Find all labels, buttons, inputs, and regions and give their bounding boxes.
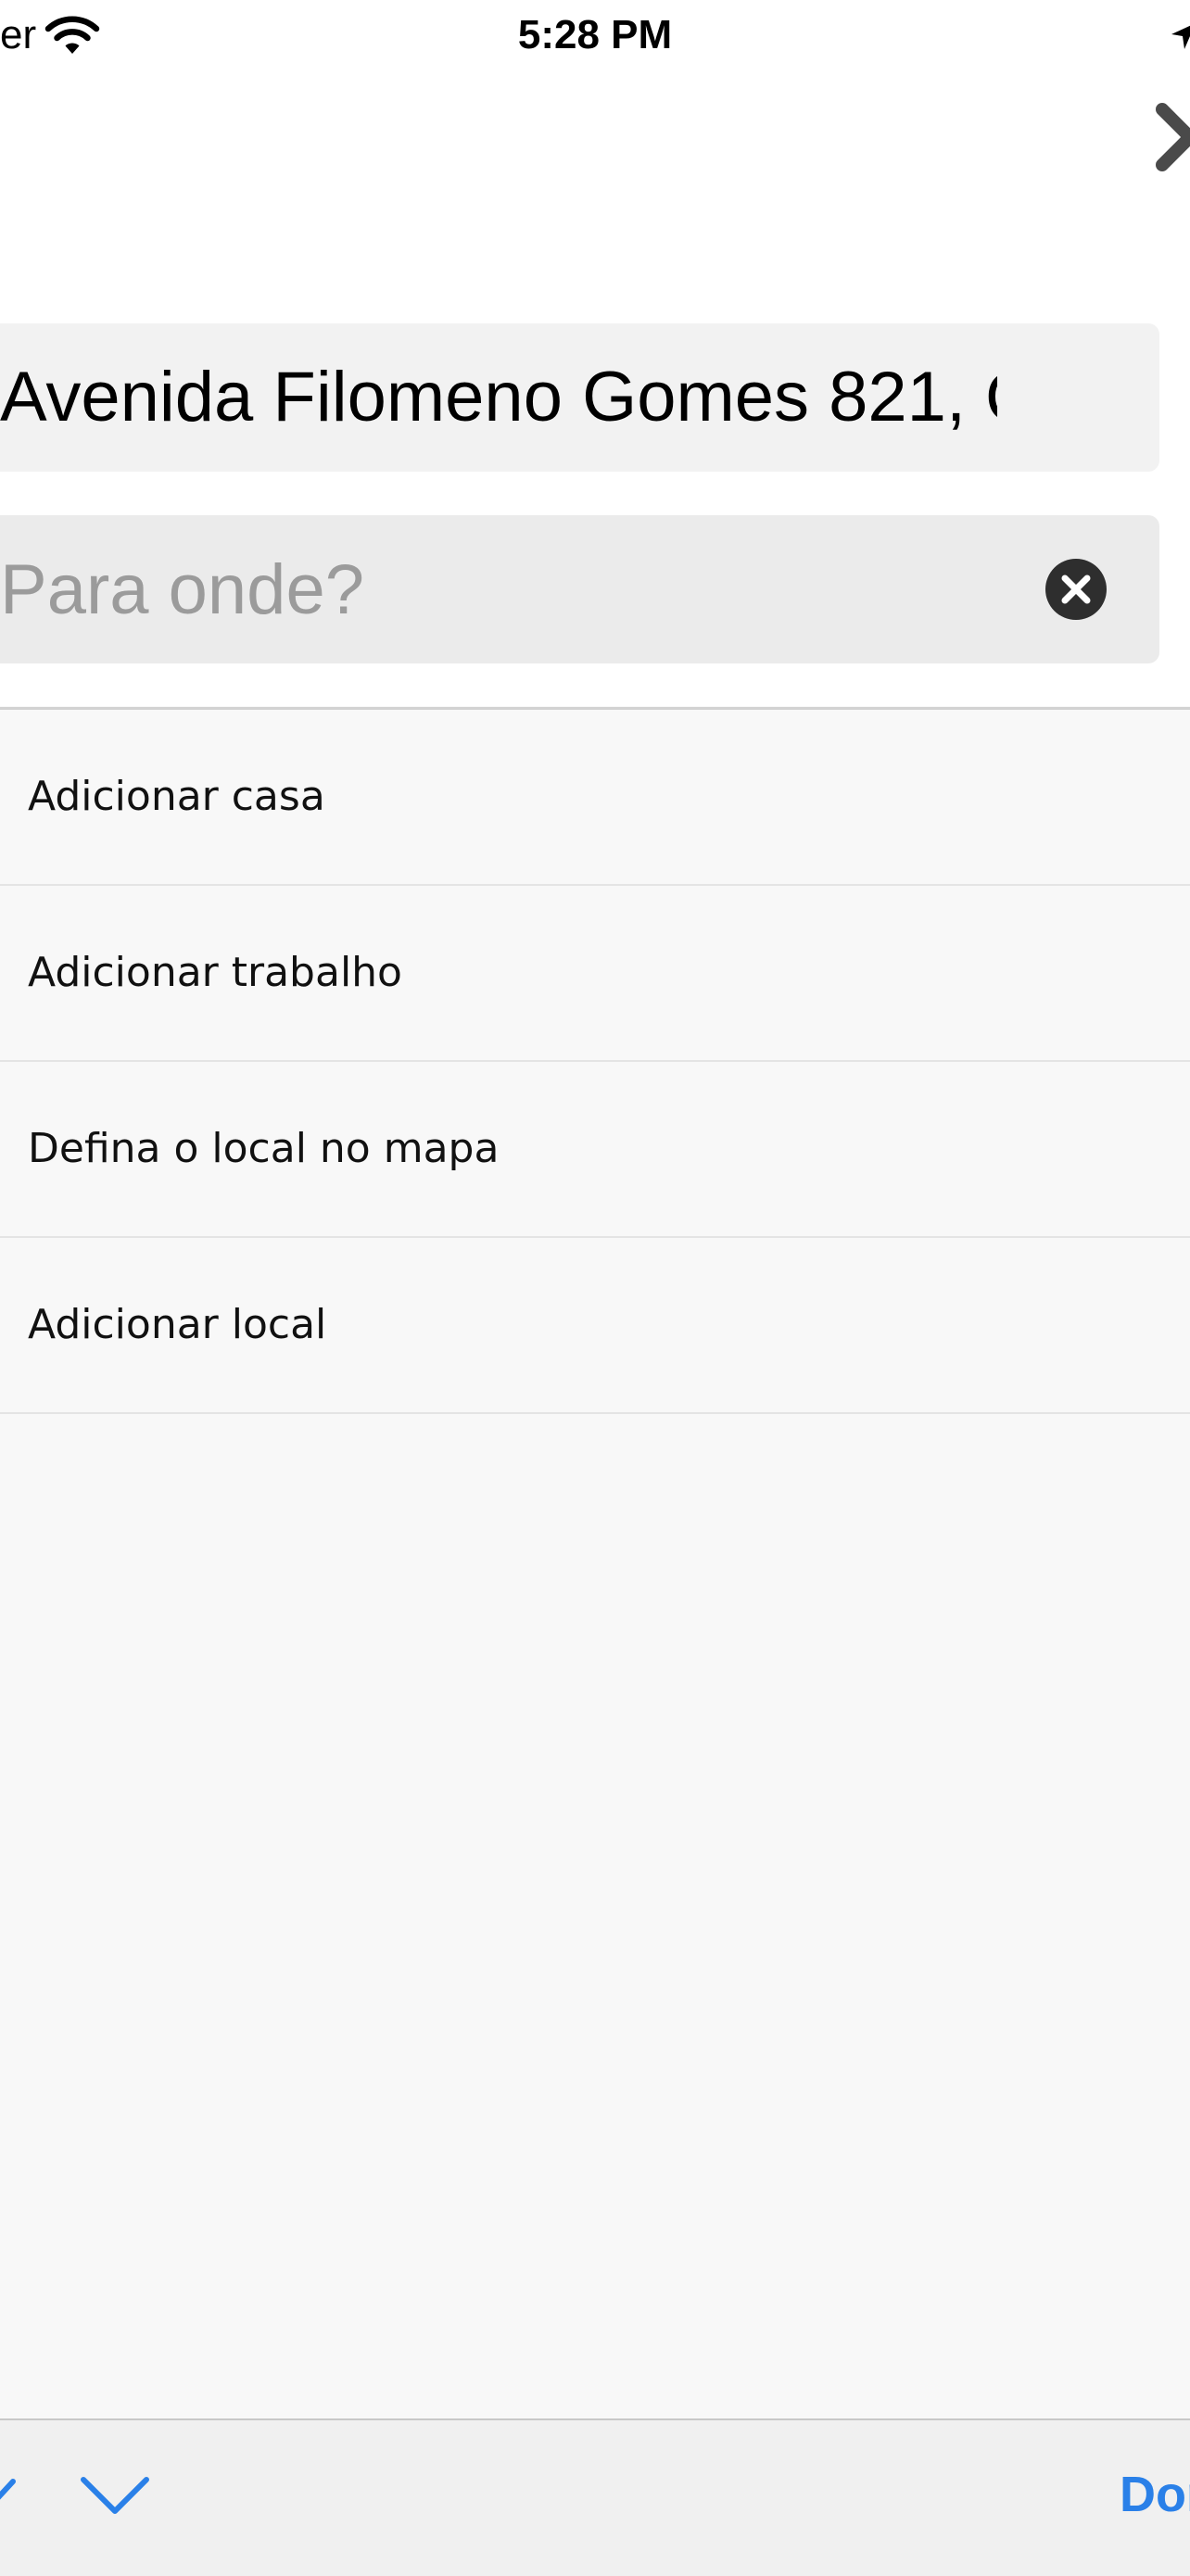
chevron-right-icon[interactable] [1155,100,1190,174]
origin-field[interactable]: Avenida Filomeno Gomes 821, Q [0,323,1159,472]
destination-input[interactable] [0,515,1019,663]
location-arrow-icon [1171,25,1190,49]
done-button[interactable]: Done [1120,2450,1190,2539]
option-label: Defina o local no mapa [28,1125,500,1172]
chevron-down-icon[interactable] [80,2476,150,2517]
origin-address[interactable]: Avenida Filomeno Gomes 821, Q [0,323,997,472]
option-add-place[interactable]: Adicionar local [0,1238,1190,1414]
clear-circle-icon[interactable] [1045,559,1107,620]
option-set-location-on-map[interactable]: Defina o local no mapa [0,1062,1190,1238]
status-time: 5:28 PM [517,12,673,57]
option-label: Adicionar local [28,1301,327,1348]
chevron-up-icon[interactable] [0,2474,19,2511]
option-add-home[interactable]: Adicionar casa [0,710,1190,886]
option-label: Adicionar casa [28,773,325,820]
option-label: Adicionar trabalho [28,949,402,996]
destination-field[interactable] [0,515,1159,663]
status-bar: er 5:28 PM [0,0,1190,74]
header-area: er 5:28 PM Avenida Filomeno Gomes 821, Q [0,0,1190,706]
options-list: Adicionar casa Adicionar trabalho Defina… [0,710,1190,1414]
option-add-work[interactable]: Adicionar trabalho [0,886,1190,1062]
keyboard-toolbar: Done [0,2418,1190,2576]
